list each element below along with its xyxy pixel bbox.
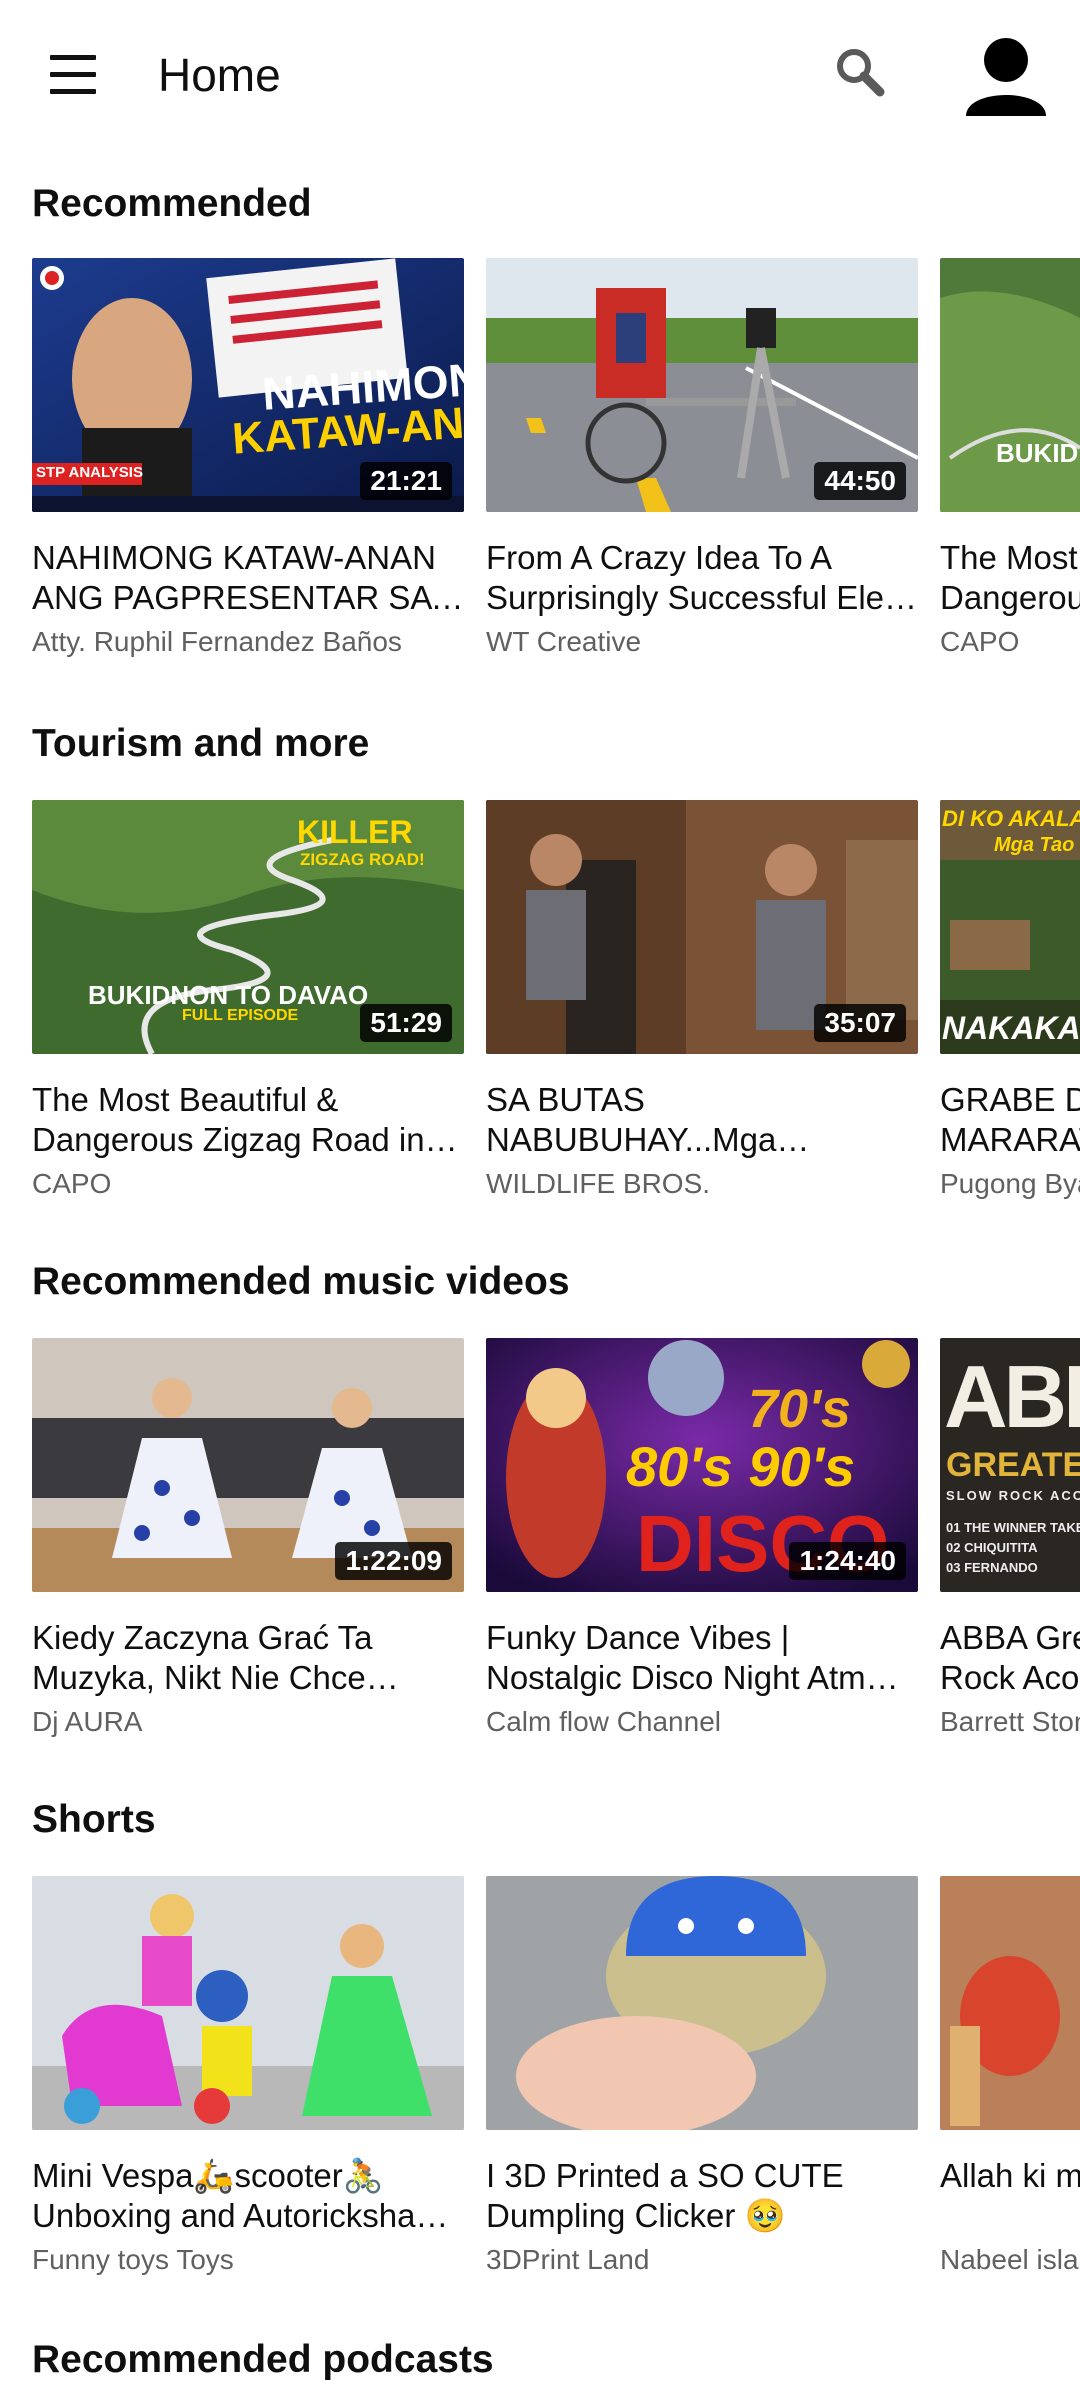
video-title[interactable]: Funky Dance Vibes | Nostalgic Disco Nigh… bbox=[486, 1618, 918, 1698]
section-title-podcasts: Recommended podcasts bbox=[32, 2338, 494, 2381]
short-card[interactable]: Mini Vespa🛵scooter🚴 Unboxing and Autoric… bbox=[32, 1876, 464, 2276]
thumbnail-text: Mga Tao bbox=[994, 834, 1075, 856]
short-thumbnail[interactable] bbox=[486, 1876, 918, 2130]
video-card[interactable]: 35:07 SA BUTAS NABUBUHAY...Mga "BABA… WI… bbox=[486, 800, 918, 1200]
video-card[interactable]: 70's 80's 90's DISCO 1:24:40 Funky Dance… bbox=[486, 1338, 918, 1738]
search-icon[interactable] bbox=[830, 42, 890, 102]
thumbnail-text: ZIGZAG ROAD! bbox=[300, 850, 425, 869]
thumbnail-text: BUKID bbox=[996, 438, 1079, 468]
video-title[interactable]: ABBA Greatest Hits Slow Rock Acoustic bbox=[940, 1618, 1080, 1698]
video-title[interactable]: SA BUTAS NABUBUHAY...Mga "BABA… bbox=[486, 1080, 918, 1160]
page-title: Home bbox=[158, 49, 281, 101]
thumbnail-text: ABBA bbox=[944, 1347, 1080, 1446]
video-thumbnail[interactable]: DI KO AKALA Mga Tao NAKAKA bbox=[940, 800, 1080, 1054]
hamburger-menu-icon[interactable] bbox=[50, 52, 96, 98]
short-thumbnail[interactable] bbox=[32, 1876, 464, 2130]
thumbnail-text: KILLER bbox=[297, 814, 413, 850]
video-card[interactable]: 44:50 From A Crazy Idea To A Surprisingl… bbox=[486, 258, 918, 658]
thumbnail-text: DI KO AKALA bbox=[942, 806, 1080, 831]
channel-name[interactable]: WT Creative bbox=[486, 626, 641, 658]
section-title-tourism: Tourism and more bbox=[32, 722, 370, 765]
duration-badge: 1:24:40 bbox=[789, 1542, 906, 1580]
thumbnail-text: 02 CHIQUITITA bbox=[946, 1540, 1038, 1555]
thumbnail-text: FULL EPISODE bbox=[182, 1007, 299, 1024]
video-thumbnail[interactable]: KILLER ZIGZAG ROAD! BUKIDNON TO DAVAO FU… bbox=[32, 800, 464, 1054]
channel-name[interactable]: CAPO bbox=[940, 626, 1019, 658]
shorts-row: Mini Vespa🛵scooter🚴 Unboxing and Autoric… bbox=[32, 1876, 1080, 2276]
recommended-row: NAHIMONG KATAW-ANAN?! STP ANALYSIS 21:21… bbox=[32, 258, 1080, 658]
video-card[interactable]: BUKID The Most Beautiful & Dangerous Zig… bbox=[940, 258, 1080, 658]
thumbnail-text: SLOW ROCK ACO bbox=[946, 1488, 1080, 1503]
short-title[interactable]: Allah ki marzi #trending bbox=[940, 2156, 1080, 2236]
video-thumbnail[interactable]: ABBA GREATEST SLOW ROCK ACO 01 THE WINNE… bbox=[940, 1338, 1080, 1592]
video-title[interactable]: Kiedy Zaczyna Grać Ta Muzyka, Nikt Nie C… bbox=[32, 1618, 464, 1698]
channel-name[interactable]: 3DPrint Land bbox=[486, 2244, 649, 2276]
top-app-bar: Home bbox=[0, 0, 1080, 150]
duration-badge: 44:50 bbox=[814, 462, 906, 500]
video-title[interactable]: GRABE DI KO AKALA MARARATING… bbox=[940, 1080, 1080, 1160]
short-card[interactable]: Allah ki marzi #trending Nabeel islam bbox=[940, 1876, 1080, 2276]
channel-name[interactable]: Nabeel islam bbox=[940, 2244, 1080, 2276]
section-title-shorts: Shorts bbox=[32, 1798, 156, 1841]
channel-name[interactable]: Pugong Byahero bbox=[940, 1168, 1080, 1200]
short-title[interactable]: I 3D Printed a SO CUTE Dumpling Clicker … bbox=[486, 2156, 918, 2236]
video-card[interactable]: KILLER ZIGZAG ROAD! BUKIDNON TO DAVAO FU… bbox=[32, 800, 464, 1200]
channel-name[interactable]: WILDLIFE BROS. bbox=[486, 1168, 710, 1200]
video-card[interactable]: ABBA GREATEST SLOW ROCK ACO 01 THE WINNE… bbox=[940, 1338, 1080, 1738]
channel-name[interactable]: Barrett Stone bbox=[940, 1706, 1080, 1738]
thumbnail-text: STP ANALYSIS bbox=[36, 464, 143, 481]
duration-badge: 1:22:09 bbox=[335, 1542, 452, 1580]
channel-name[interactable]: Dj AURA bbox=[32, 1706, 142, 1738]
duration-badge: 51:29 bbox=[360, 1004, 452, 1042]
video-thumbnail[interactable]: 70's 80's 90's DISCO 1:24:40 bbox=[486, 1338, 918, 1592]
duration-badge: 21:21 bbox=[360, 462, 452, 500]
thumbnail-text: GREATEST bbox=[946, 1446, 1080, 1484]
video-thumbnail[interactable]: 35:07 bbox=[486, 800, 918, 1054]
thumbnail-text: 70's bbox=[748, 1379, 851, 1439]
video-card[interactable]: DI KO AKALA Mga Tao NAKAKA GRABE DI KO A… bbox=[940, 800, 1080, 1200]
thumbnail-text: NAKAKA bbox=[942, 1010, 1080, 1046]
channel-name[interactable]: Atty. Ruphil Fernandez Baños bbox=[32, 626, 402, 658]
section-title-recommended: Recommended bbox=[32, 182, 312, 225]
channel-name[interactable]: Funny toys Toys bbox=[32, 2244, 234, 2276]
short-card[interactable]: I 3D Printed a SO CUTE Dumpling Clicker … bbox=[486, 1876, 918, 2276]
channel-name[interactable]: Calm flow Channel bbox=[486, 1706, 721, 1738]
section-title-music-videos: Recommended music videos bbox=[32, 1260, 570, 1303]
short-title[interactable]: Mini Vespa🛵scooter🚴 Unboxing and Autoric… bbox=[32, 2156, 464, 2236]
video-title[interactable]: NAHIMONG KATAW-ANAN ANG PAGPRESENTAR SA … bbox=[32, 538, 464, 618]
video-card[interactable]: NAHIMONG KATAW-ANAN?! STP ANALYSIS 21:21… bbox=[32, 258, 464, 658]
video-thumbnail[interactable]: BUKID bbox=[940, 258, 1080, 512]
short-thumbnail[interactable] bbox=[940, 1876, 1080, 2130]
thumbnail-text: 03 FERNANDO bbox=[946, 1560, 1038, 1575]
video-card[interactable]: 1:22:09 Kiedy Zaczyna Grać Ta Muzyka, Ni… bbox=[32, 1338, 464, 1738]
music-videos-row: 1:22:09 Kiedy Zaczyna Grać Ta Muzyka, Ni… bbox=[32, 1338, 1080, 1738]
duration-badge: 35:07 bbox=[814, 1004, 906, 1042]
video-thumbnail[interactable]: 1:22:09 bbox=[32, 1338, 464, 1592]
thumbnail-text: 80's 90's bbox=[626, 1435, 856, 1498]
video-title[interactable]: The Most Beautiful & Dangerous Zigzag Ro… bbox=[940, 538, 1080, 618]
tourism-row: KILLER ZIGZAG ROAD! BUKIDNON TO DAVAO FU… bbox=[32, 800, 1080, 1200]
account-avatar-icon[interactable] bbox=[958, 28, 1054, 124]
thumbnail-text: 01 THE WINNER TAKES bbox=[946, 1520, 1080, 1535]
video-title[interactable]: The Most Beautiful & Dangerous Zigzag Ro… bbox=[32, 1080, 464, 1160]
video-title[interactable]: From A Crazy Idea To A Surprisingly Succ… bbox=[486, 538, 918, 618]
video-thumbnail[interactable]: NAHIMONG KATAW-ANAN?! STP ANALYSIS 21:21 bbox=[32, 258, 464, 512]
video-thumbnail[interactable]: 44:50 bbox=[486, 258, 918, 512]
channel-name[interactable]: CAPO bbox=[32, 1168, 111, 1200]
